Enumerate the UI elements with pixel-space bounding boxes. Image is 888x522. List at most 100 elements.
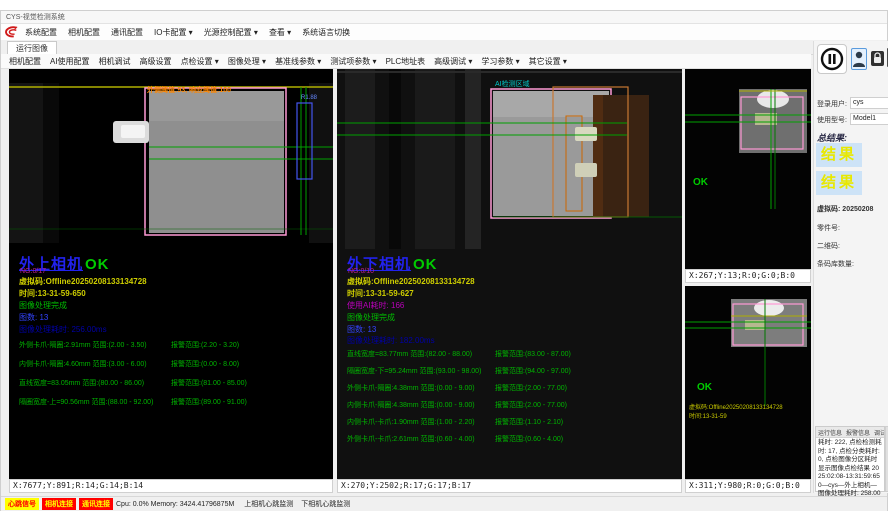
tool-image-processing[interactable]: 图像处理 ▾ (228, 56, 266, 67)
menu-item-system-config[interactable]: 系统配置 (25, 27, 57, 38)
left-camera-view[interactable]: 外侧阈值:93, 响应阈值:100 R1.88 外上相机OK NG:0/17 虚… (9, 69, 333, 479)
alarm-range: 报警范围:(2.20 - 3.20) (171, 340, 239, 350)
process-time: 图像处理耗时: 182.00ms (347, 335, 435, 346)
menu-item-comm-config[interactable]: 通讯配置 (111, 27, 143, 38)
measurement-value: 直线宽度=83.77mm 范围:(82.00 - 88.00) (347, 349, 472, 359)
left-camera-image (9, 69, 333, 479)
tool-other-settings[interactable]: 其它设置 ▾ (529, 56, 567, 67)
barcode-stock-label: 条码库数量: (817, 259, 854, 269)
ai-region-label: AI检测区域 (495, 79, 530, 89)
alarm-range: 报警范围:(0.60 - 4.00) (495, 434, 563, 444)
ng-counter: NG:0/17 (20, 268, 46, 275)
tool-spotcheck-settings[interactable]: 点检设置 ▾ (181, 56, 219, 67)
small2-coordinate-bar: X:311;Y:980;R:0;G:0;B:0 (685, 479, 811, 493)
comm-link-status-badge: 通讯连接 (79, 498, 113, 510)
alarm-range: 报警范围:(2.00 - 77.00) (495, 383, 567, 393)
tool-camera-config[interactable]: 相机配置 (9, 56, 41, 67)
tool-advanced-debug[interactable]: 高级调试 ▾ (434, 56, 472, 67)
toolbar: 相机配置 AI使用配置 相机调试 高级设置 点检设置 ▾ 图像处理 ▾ 基准线参… (1, 54, 811, 69)
cpu-memory-readout: Cpu: 0.0% Memory: 3424.41796875M (116, 501, 234, 508)
user-login-button[interactable] (851, 48, 867, 70)
login-user-field[interactable] (850, 97, 888, 109)
process-time: 图像处理耗时: 256.00ms (19, 324, 107, 335)
window-titlebar: CYS-视觉检测系统 (1, 11, 887, 24)
pause-button[interactable] (817, 44, 847, 74)
virtual-code-value: 20250208 (842, 206, 873, 213)
small-camera-view-2[interactable]: OK 虚拟码:Offline20250208133134728 时间:13-31… (685, 286, 811, 479)
upper-camera-heartbeat-toggle[interactable]: 上相机心跳监测 (244, 499, 293, 509)
menu-item-view[interactable]: 查看 ▾ (269, 27, 291, 38)
alarm-range: 报警范围:(2.00 - 77.00) (495, 400, 567, 410)
ai-time: 使用AI耗时: 166 (347, 300, 404, 311)
info-tab-debug[interactable]: 调试信息 (874, 428, 884, 437)
measurement-value: 隔圈宽度-上=90.56mm 范围:(88.00 - 92.00) (19, 397, 153, 407)
capture-time: 时间:13-31-59 (689, 411, 727, 420)
alarm-range: 报警范围:(0.00 - 8.00) (171, 359, 239, 369)
left-coordinate-bar: X:7677;Y:891;R:14;G:14;B:14 (9, 479, 333, 493)
virtual-barcode: 虚拟码:Offline20250208133134728 (347, 276, 475, 287)
right-sidebar: 登录用户: 使用型号: 总结果: 结果 结果 虚拟码: 20250208 零件号… (813, 41, 888, 493)
lower-camera-heartbeat-toggle[interactable]: 下相机心跳监测 (301, 499, 350, 509)
tool-baseline-params[interactable]: 基准线参数 ▾ (275, 56, 321, 67)
result-ok-badge: OK (413, 256, 438, 273)
measurement-value: 外侧卡爪-卡爪:2.61mm 范围:(0.60 - 4.00) (347, 434, 475, 444)
menu-item-io-config[interactable]: IO卡配置 ▾ (154, 27, 193, 38)
small-camera-image-1 (685, 69, 811, 269)
result-indicator-2: 结果 (816, 171, 862, 195)
tab-run-image[interactable]: 运行图像 (7, 41, 57, 55)
alarm-range: 报警范围:(1.10 - 2.10) (495, 417, 563, 427)
info-log-panel: 运行信息 报警信息 调试信息 耗时: 222, 点检检测耗时: 17, 点检分类… (815, 426, 885, 492)
frame-count: 图数: 13 (19, 312, 48, 323)
main-window: CYS-视觉检测系统 系统配置 相机配置 通讯配置 IO卡配置 ▾ 光源控制配置… (0, 10, 888, 511)
middle-coordinate-bar: X:270;Y:2502;R:17;G:17;B:17 (337, 479, 682, 493)
info-tab-run[interactable]: 运行信息 (818, 428, 842, 437)
heartbeat-status-badge: 心跳信号 (5, 498, 39, 510)
capture-time: 时间:13-31-59-650 (19, 288, 86, 299)
tool-ai-usage-config[interactable]: AI使用配置 (50, 56, 90, 67)
info-tabs: 运行信息 报警信息 调试信息 (816, 427, 884, 438)
tool-learning-params[interactable]: 学习参数 ▾ (481, 56, 519, 67)
window-title: CYS-视觉检测系统 (6, 14, 65, 21)
application-root: CYS-视觉检测系统 系统配置 相机配置 通讯配置 IO卡配置 ▾ 光源控制配置… (0, 0, 888, 522)
lock-button[interactable] (871, 51, 884, 66)
pause-icon (818, 45, 846, 73)
tool-test-params[interactable]: 测试项参数 ▾ (330, 56, 376, 67)
part-number-label: 零件号: (817, 223, 840, 233)
menu-item-camera-config[interactable]: 相机配置 (68, 27, 100, 38)
tool-camera-debug[interactable]: 相机调试 (99, 56, 131, 67)
virtual-code-label: 虚拟码: (817, 206, 840, 213)
tool-plc-address-table[interactable]: PLC地址表 (386, 56, 426, 67)
capture-time: 时间:13-31-59-627 (347, 288, 414, 299)
info-tab-alarm[interactable]: 报警信息 (846, 428, 870, 437)
status-bar: 心跳信号 相机连接 通讯连接 Cpu: 0.0% Memory: 3424.41… (1, 496, 887, 511)
roi-overlay-label: R1.88 (301, 95, 317, 101)
measurement-value: 外侧卡爪-隔圈:2.91mm 范围:(2.00 - 3.50) (19, 340, 147, 350)
model-field[interactable] (850, 113, 888, 125)
tool-advanced-settings[interactable]: 高级设置 (140, 56, 172, 67)
middle-camera-view[interactable]: AI检测区域 外下相机OK NG:0/10 虚拟码:Offline2025020… (337, 69, 682, 479)
frame-count: 图数: 13 (347, 324, 376, 335)
alarm-range: 报警范围:(81.00 - 85.00) (171, 378, 247, 388)
measurement-value: 内侧卡爪-隔圈:4.60mm 范围:(3.00 - 6.00) (19, 359, 147, 369)
menu-item-light-config[interactable]: 光源控制配置 ▾ (204, 27, 258, 38)
measurement-value: 直线宽度=83.05mm 范围:(80.00 - 86.00) (19, 378, 144, 388)
measurement-value: 内侧卡爪-隔圈:4.38mm 范围:(0.00 - 9.00) (347, 400, 475, 410)
virtual-barcode: 虚拟码:Offline20250208133134728 (689, 402, 807, 411)
lock-icon (871, 51, 884, 66)
menu-bar: 系统配置 相机配置 通讯配置 IO卡配置 ▾ 光源控制配置 ▾ 查看 ▾ 系统语… (1, 24, 887, 41)
measurement-value: 隔圈宽度-下=95.24mm 范围:(93.00 - 98.00) (347, 366, 481, 376)
small1-coordinate-bar: X:267;Y:13;R:0;G:0;B:0 (685, 269, 811, 283)
process-done-text: 图像处理完成 (19, 300, 67, 311)
result-ok-badge: OK (85, 256, 110, 273)
alarm-range: 报警范围:(83.00 - 87.00) (495, 349, 571, 359)
model-label: 使用型号: (817, 115, 847, 125)
result-ok-badge: OK (693, 177, 708, 188)
user-icon (852, 49, 866, 69)
process-done-text: 图像处理完成 (347, 312, 395, 323)
ng-counter: NG:0/10 (348, 268, 374, 275)
small-camera-view-1[interactable]: OK (685, 69, 811, 269)
measurement-value: 内侧卡爪-卡爪:1.90mm 范围:(1.00 - 2.20) (347, 417, 475, 427)
menu-item-language-switch[interactable]: 系统语言切换 (302, 27, 350, 38)
measurement-value: 外侧卡爪-隔圈:4.38mm 范围:(0.00 - 9.00) (347, 383, 475, 393)
virtual-code-row: 虚拟码: 20250208 (817, 204, 873, 214)
